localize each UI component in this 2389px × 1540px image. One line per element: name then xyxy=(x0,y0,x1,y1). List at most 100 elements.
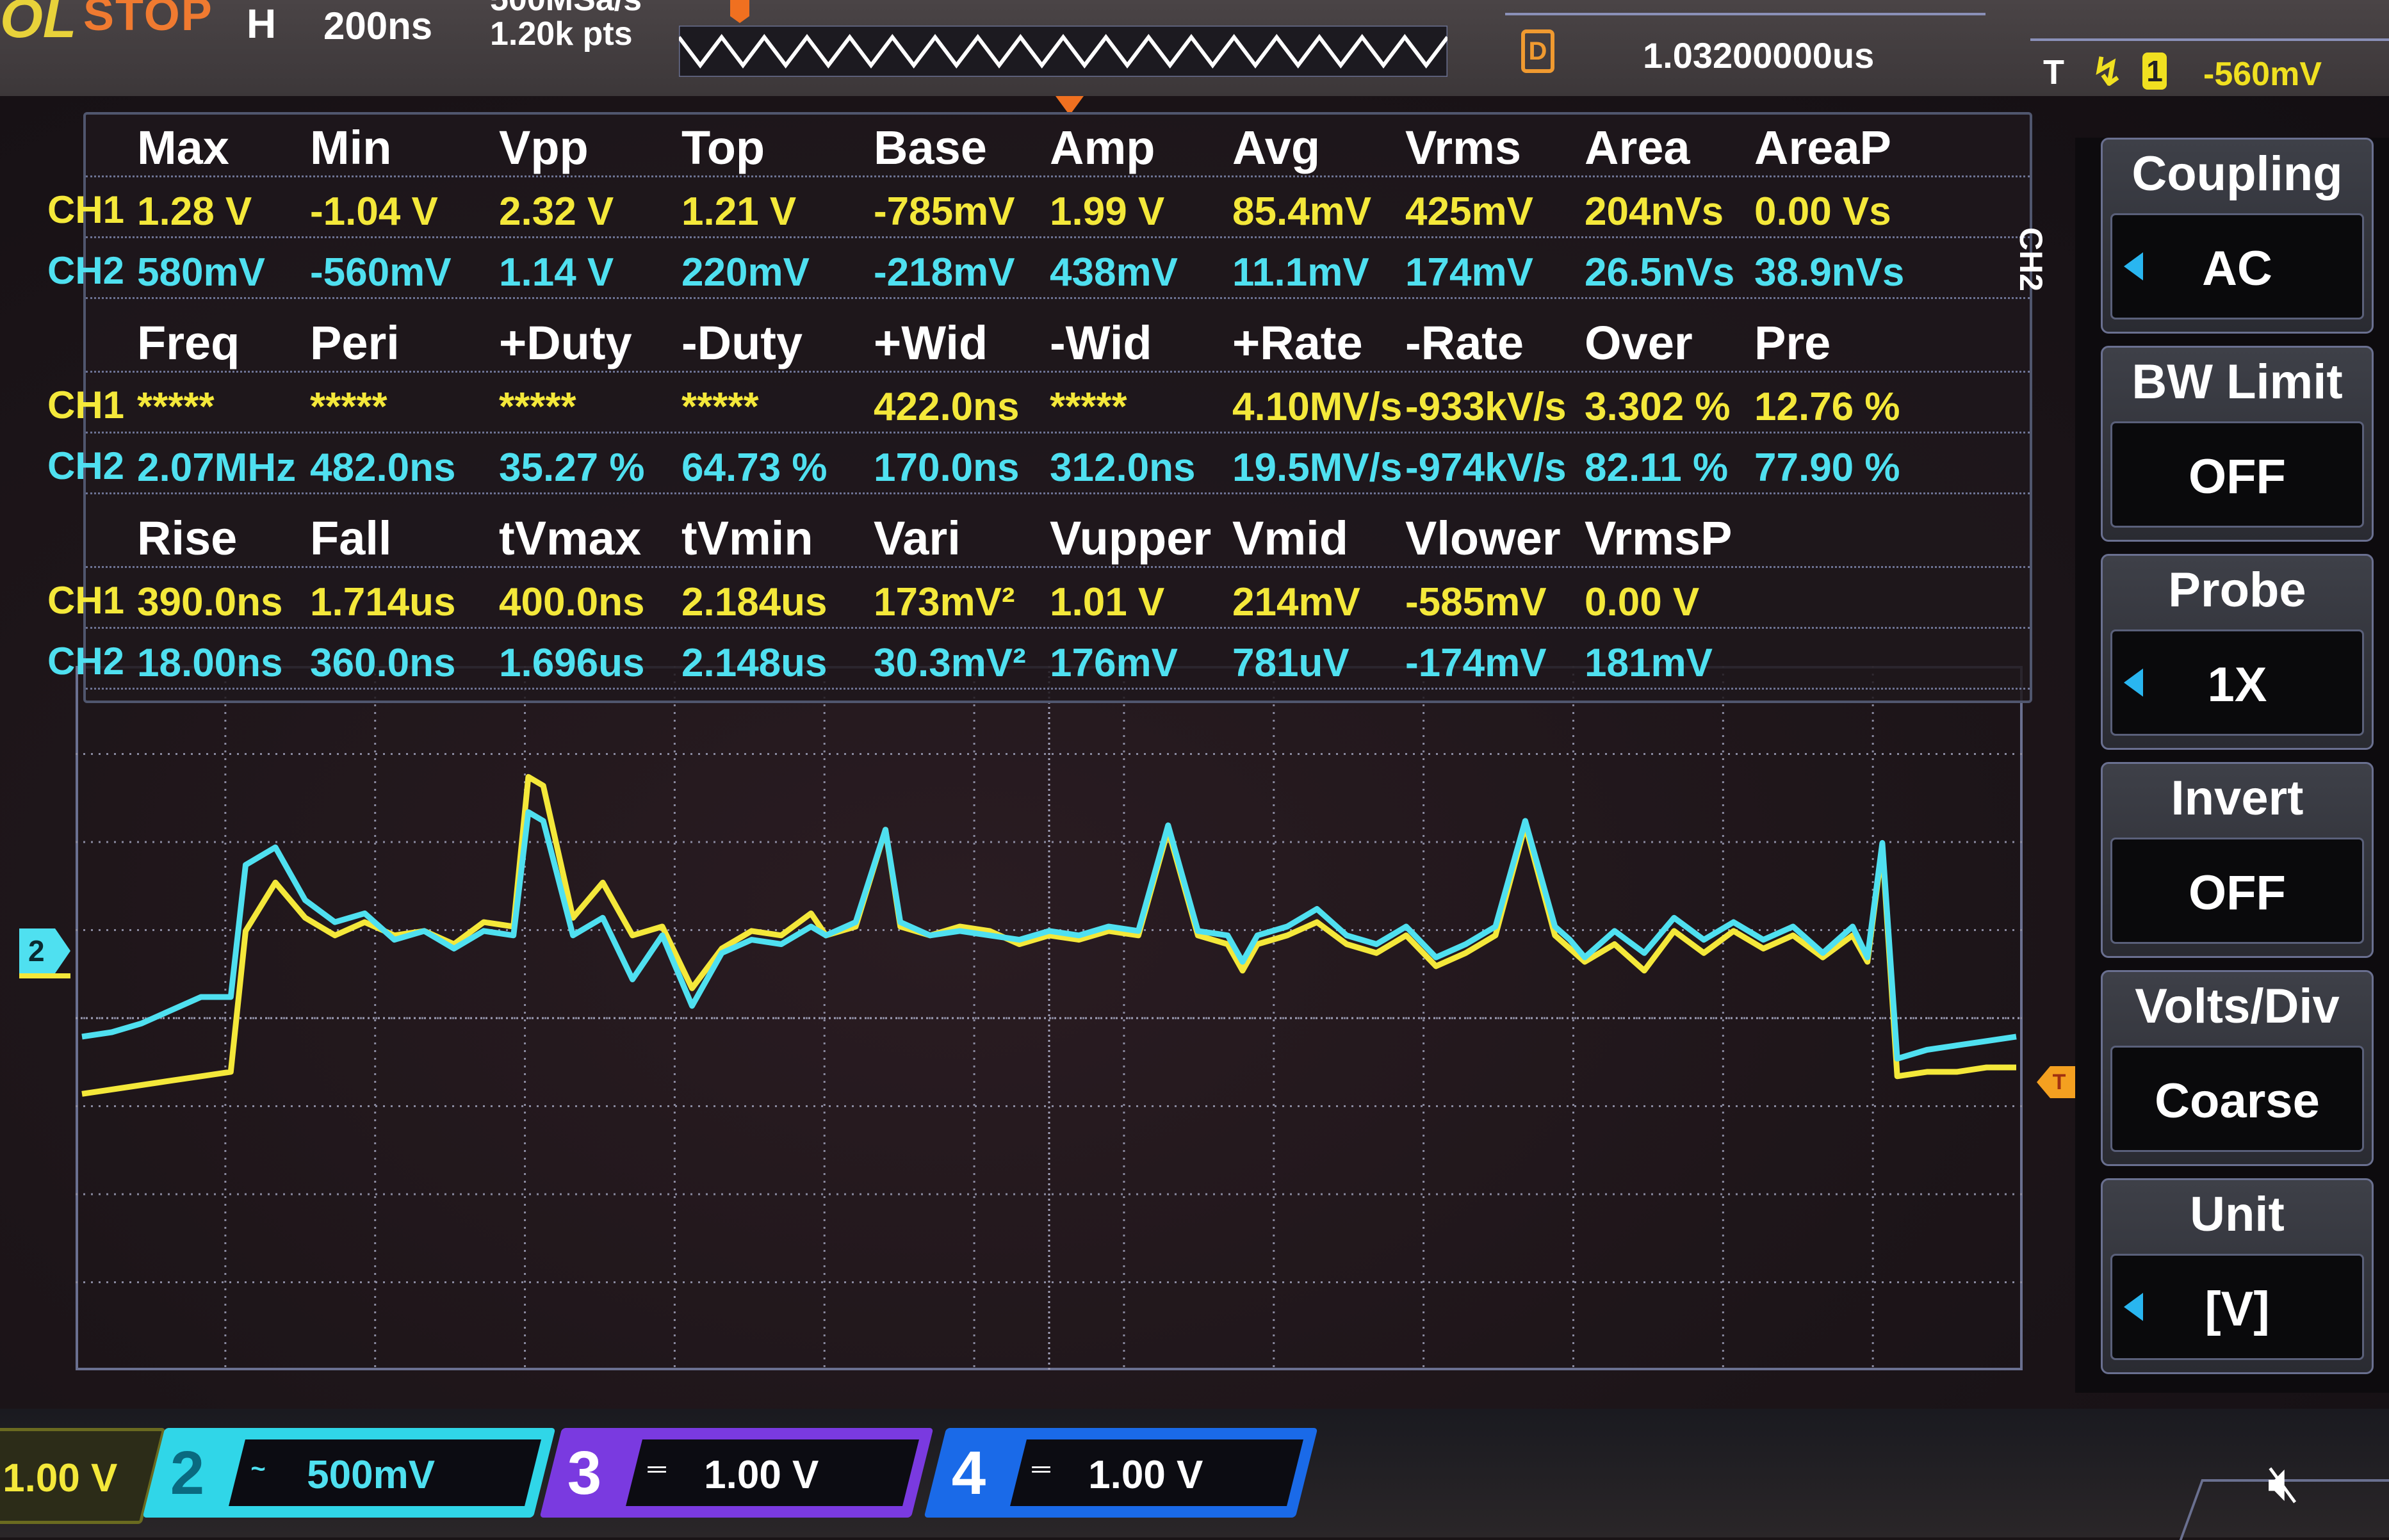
menu-item-value-box[interactable]: Coarse xyxy=(2110,1046,2364,1152)
measurement-header: Vpp xyxy=(499,121,589,174)
measurement-value: 82.11 % xyxy=(1585,446,1729,490)
menu-item-value-box[interactable]: 1X xyxy=(2110,629,2364,736)
measurement-header: Peri xyxy=(310,316,400,369)
measurement-value: 1.14 V xyxy=(499,250,614,295)
menu-item-value-box[interactable]: [V] xyxy=(2110,1254,2364,1360)
measurement-value: -1.04 V xyxy=(310,190,438,234)
measurement-value: -974kV/s xyxy=(1405,446,1567,490)
menu-item-value-box[interactable]: OFF xyxy=(2110,421,2364,528)
measurement-ch2-row: CH2 2.07MHz 482.0ns 35.27 % 64.73 % 170.0ns 31… xyxy=(47,435,2030,494)
ch2-scale: 500mV xyxy=(307,1453,436,1497)
measurement-table: Max Min Vpp Top Base Amp Avg Vrms Area AreaP CH1 1.… xyxy=(47,112,2032,703)
measurement-value: 35.27 % xyxy=(499,446,645,490)
run-stop-status[interactable]: STOP xyxy=(83,0,213,41)
measurement-value: 0.00 V xyxy=(1585,580,1700,624)
ch2-number: 2 xyxy=(170,1439,205,1507)
measurement-value: 1.696us xyxy=(499,641,645,685)
measurement-value: 312.0ns xyxy=(1050,446,1196,490)
measurement-header: Base xyxy=(874,121,987,174)
measurement-ch2-row: CH2 580mV -560mV 1.14 V 220mV -218mV 438mV 11.1… xyxy=(47,239,2030,299)
measurement-value: 2.148us xyxy=(681,641,828,685)
memory-depth: 1.20k pts xyxy=(490,15,633,53)
ch4-scale: 1.00 V xyxy=(1088,1453,1203,1497)
menu-item-unit[interactable]: Unit [V] xyxy=(2101,1178,2374,1374)
measurement-value: 3.302 % xyxy=(1585,385,1731,429)
measurement-header: Vmid xyxy=(1232,512,1348,565)
menu-item-value: OFF xyxy=(2189,450,2286,504)
measurement-header: Over xyxy=(1585,316,1693,369)
measurement-value: 1.714us xyxy=(310,580,456,624)
measurement-value: 425mV xyxy=(1405,190,1533,234)
measurement-value: 18.00ns xyxy=(137,641,283,685)
measurement-value: -218mV xyxy=(874,250,1015,295)
ac-coupling-icon: ~ xyxy=(250,1455,266,1483)
channel-label: CH2 xyxy=(47,249,125,292)
channel-label: CH1 xyxy=(47,579,125,622)
measurement-value: 580mV xyxy=(137,250,265,295)
channel-status-bar: 1.00 V 2 ~ 500mV 3 ═ 1.00 V 4 ═ 1.00 V xyxy=(0,1409,2389,1540)
dc-coupling-icon: ═ xyxy=(648,1455,666,1483)
measurement-header: Rise xyxy=(137,512,238,565)
measurement-header: VrmsP xyxy=(1585,512,1733,565)
ch4-scale-box[interactable]: 4 ═ 1.00 V xyxy=(924,1428,1318,1518)
measurement-header: Top xyxy=(681,121,765,174)
measurement-value: 11.1mV xyxy=(1232,250,1369,295)
measurement-value: -585mV xyxy=(1405,580,1547,624)
waveform-overview[interactable] xyxy=(679,26,1447,77)
measurement-value: 26.5nVs xyxy=(1585,250,1735,295)
ch2-scale-box[interactable]: 2 ~ 500mV xyxy=(142,1428,556,1518)
channel-label: CH1 xyxy=(47,188,125,231)
measurement-value: 1.21 V xyxy=(681,190,797,234)
measurement-value: 0.00 Vs xyxy=(1754,190,1891,234)
measurement-value: 2.184us xyxy=(681,580,828,624)
menu-item-title: Coupling xyxy=(2132,147,2343,201)
trigger-position-marker[interactable] xyxy=(730,0,749,23)
measurement-header: -Rate xyxy=(1405,316,1524,369)
ch3-scale: 1.00 V xyxy=(704,1453,819,1497)
menu-item-value: AC xyxy=(2202,241,2272,296)
menu-item-value-box[interactable]: AC xyxy=(2110,213,2364,320)
menu-item-title: Unit xyxy=(2190,1187,2285,1242)
ch1-scale-box[interactable]: 1.00 V xyxy=(0,1428,166,1524)
ch2-offset-marker[interactable]: 2 xyxy=(19,928,70,973)
measurement-header: Vupper xyxy=(1050,512,1212,565)
delay-readout[interactable]: D 1.03200000us xyxy=(1505,13,1985,92)
measurement-header: Pre xyxy=(1754,316,1831,369)
trigger-level-value: -560mV xyxy=(2203,56,2322,93)
measurement-value: -933kV/s xyxy=(1405,385,1567,429)
ch4-number: 4 xyxy=(951,1439,986,1507)
menu-item-title: BW Limit xyxy=(2132,355,2343,409)
channel-label: CH1 xyxy=(47,384,125,426)
measurement-value: 38.9nVs xyxy=(1754,250,1905,295)
measurement-value: 781uV xyxy=(1232,641,1349,685)
menu-item-title: Volts/Div xyxy=(2135,979,2340,1033)
menu-item-value-box[interactable]: OFF xyxy=(2110,838,2364,944)
menu-channel-label: CH2 xyxy=(2013,227,2049,292)
menu-item-probe[interactable]: Probe 1X xyxy=(2101,554,2374,750)
waveform-display[interactable] xyxy=(76,666,2023,1370)
menu-item-coupling[interactable]: Coupling AC xyxy=(2101,138,2374,334)
measurement-value: 438mV xyxy=(1050,250,1178,295)
ch1-scale: 1.00 V xyxy=(3,1456,118,1500)
channel-menu: Coupling AC BW Limit OFF Probe 1X Invert OFF Vol… xyxy=(2075,138,2389,1393)
trigger-readout[interactable]: T ↯ 1 -560mV xyxy=(2030,38,2389,105)
measurement-value: 174mV xyxy=(1405,250,1533,295)
waveform-plot xyxy=(76,666,2023,1370)
menu-item-volts-div[interactable]: Volts/Div Coarse xyxy=(2101,970,2374,1166)
measurement-value: 2.07MHz xyxy=(137,446,297,490)
menu-item-invert[interactable]: Invert OFF xyxy=(2101,762,2374,958)
measurement-value: 1.99 V xyxy=(1050,190,1165,234)
menu-item-bw-limit[interactable]: BW Limit OFF xyxy=(2101,346,2374,542)
measurement-header: Min xyxy=(310,121,392,174)
timebase-value[interactable]: 200ns xyxy=(323,4,432,48)
measurement-header: Avg xyxy=(1232,121,1321,174)
ch3-scale-box[interactable]: 3 ═ 1.00 V xyxy=(539,1428,934,1518)
trigger-label: T xyxy=(2043,53,2064,92)
measurement-ch1-row: CH1 390.0ns 1.714us 400.0ns 2.184us 173mV² 1.0… xyxy=(47,569,2030,629)
delay-value: 1.03200000us xyxy=(1643,35,1875,76)
top-status-bar: OL STOP H 200ns 500MSa/s 1.20k pts D 1.0… xyxy=(0,0,2389,96)
speaker-muted-icon[interactable]: 🔇︎ xyxy=(2267,1454,2299,1513)
measurement-header: +Rate xyxy=(1232,316,1363,369)
ch1-offset-marker[interactable] xyxy=(19,973,70,978)
sample-rate: 500MSa/s xyxy=(490,0,642,17)
